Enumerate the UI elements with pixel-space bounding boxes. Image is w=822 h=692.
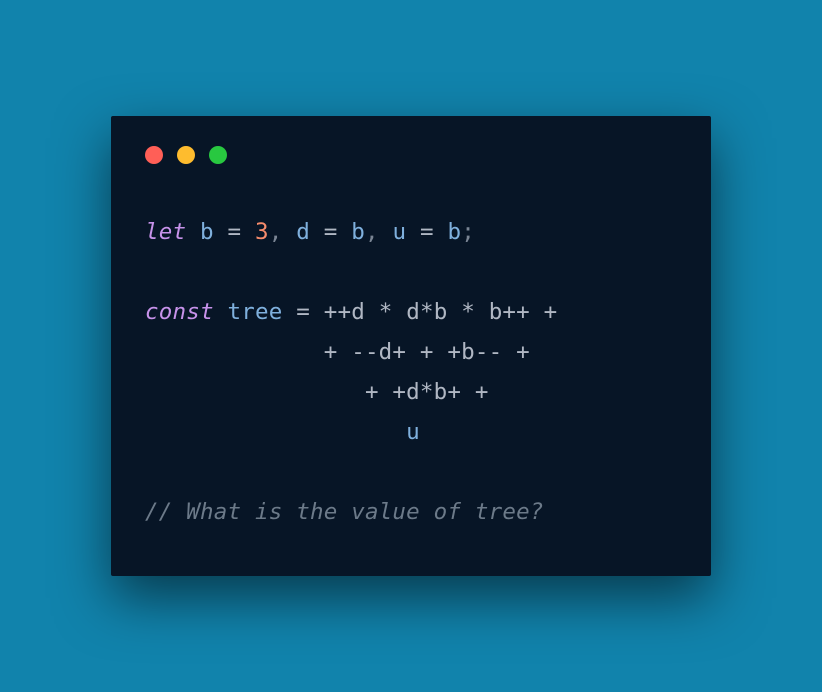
blank-line xyxy=(145,459,159,485)
expr-line-1: ++d * d*b * b++ + xyxy=(324,299,558,325)
semicolon: ; xyxy=(461,219,475,245)
minimize-icon[interactable] xyxy=(177,146,195,164)
space xyxy=(214,299,228,325)
blank-line xyxy=(145,259,159,285)
comma: , xyxy=(269,219,297,245)
var-b: b xyxy=(448,219,462,245)
var-b: b xyxy=(200,219,214,245)
op-eq: = xyxy=(310,219,351,245)
code-block: let b = 3, d = b, u = b; const tree = ++… xyxy=(145,212,677,532)
expr-line-4: u xyxy=(145,419,420,445)
op-eq: = xyxy=(214,219,255,245)
close-icon[interactable] xyxy=(145,146,163,164)
code-window: let b = 3, d = b, u = b; const tree = ++… xyxy=(111,116,711,576)
comma: , xyxy=(365,219,393,245)
num-3: 3 xyxy=(255,219,269,245)
var-u: u xyxy=(393,219,407,245)
traffic-lights xyxy=(145,146,677,164)
op-eq: = xyxy=(406,219,447,245)
var-tree: tree xyxy=(227,299,282,325)
keyword-let: let xyxy=(145,219,186,245)
keyword-const: const xyxy=(145,299,214,325)
var-b: b xyxy=(351,219,365,245)
comment: // What is the value of tree? xyxy=(145,499,544,525)
zoom-icon[interactable] xyxy=(209,146,227,164)
op-eq: = xyxy=(282,299,323,325)
expr-line-2: + --d+ + +b-- + xyxy=(145,339,530,365)
expr-line-3: + +d*b+ + xyxy=(145,379,489,405)
var-d: d xyxy=(296,219,310,245)
